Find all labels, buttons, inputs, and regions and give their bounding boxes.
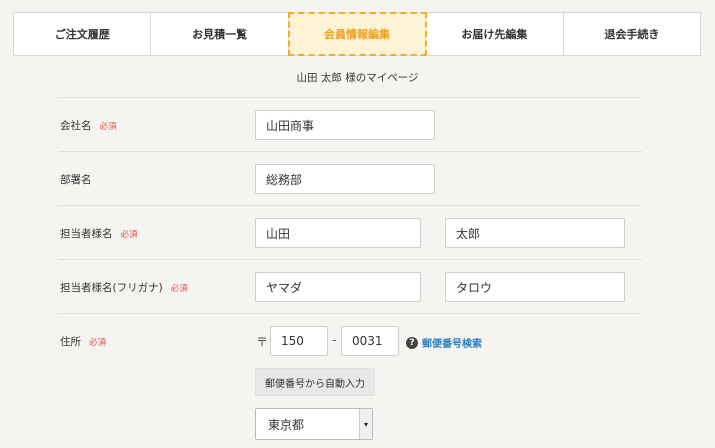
required-badge: 必須 bbox=[120, 230, 138, 240]
chevron-down-icon: ▾ bbox=[359, 409, 372, 439]
tab-member-info[interactable]: 会員情報編集 bbox=[287, 12, 428, 56]
postal-mark-icon: 〒 bbox=[256, 335, 269, 349]
last-name-kana-input[interactable]: ヤマダ bbox=[255, 272, 421, 302]
prefecture-select[interactable]: 東京都 ▾ bbox=[255, 408, 373, 440]
department-label: 部署名 bbox=[60, 174, 92, 186]
zip-separator: - bbox=[332, 333, 337, 347]
tab-delivery-address[interactable]: お届け先編集 bbox=[426, 13, 564, 55]
department-input[interactable]: 総務部 bbox=[255, 164, 435, 194]
zip-autofill-button[interactable]: 郵便番号から自動入力 bbox=[255, 368, 375, 396]
first-name-kana-input[interactable]: タロウ bbox=[445, 272, 625, 302]
contact-kana-row: 担当者様名(フリガナ) 必須 ヤマダ タロウ bbox=[58, 259, 642, 314]
tab-order-history[interactable]: ご注文履歴 bbox=[14, 13, 152, 55]
contact-name-label: 担当者様名 必須 bbox=[60, 228, 138, 240]
contact-name-row: 担当者様名 必須 山田 太郎 bbox=[58, 205, 642, 260]
first-name-input[interactable]: 太郎 bbox=[445, 218, 625, 248]
company-label: 会社名 必須 bbox=[60, 120, 117, 132]
zip-second-input[interactable]: 0031 bbox=[341, 326, 399, 356]
contact-kana-label: 担当者様名(フリガナ) 必須 bbox=[60, 282, 188, 294]
required-badge: 必須 bbox=[170, 284, 188, 294]
tab-quotes[interactable]: お見積一覧 bbox=[151, 13, 289, 55]
company-row: 会社名 必須 山田商事 bbox=[58, 97, 642, 152]
mypage-tabs: ご注文履歴 お見積一覧 会員情報編集 お届け先編集 退会手続き bbox=[13, 12, 701, 56]
company-input[interactable]: 山田商事 bbox=[255, 110, 435, 140]
address-label: 住所 必須 bbox=[60, 336, 107, 348]
department-row: 部署名 総務部 bbox=[58, 151, 642, 206]
address-row: 住所 必須 〒 150 - 0031 ? 郵便番号検索 郵便番号から自動入力 東京… bbox=[58, 313, 642, 448]
prefecture-value: 東京都 bbox=[268, 417, 305, 432]
required-badge: 必須 bbox=[99, 122, 117, 132]
tab-withdraw[interactable]: 退会手続き bbox=[564, 13, 700, 55]
required-badge: 必須 bbox=[89, 338, 107, 348]
help-icon: ? bbox=[406, 336, 418, 349]
zip-first-input[interactable]: 150 bbox=[270, 326, 328, 356]
zip-search-label: 郵便番号検索 bbox=[422, 339, 482, 350]
zip-search-link[interactable]: ? 郵便番号検索 bbox=[406, 335, 482, 350]
last-name-input[interactable]: 山田 bbox=[255, 218, 421, 248]
page-greeting: 山田 太郎 様のマイページ bbox=[296, 72, 419, 84]
